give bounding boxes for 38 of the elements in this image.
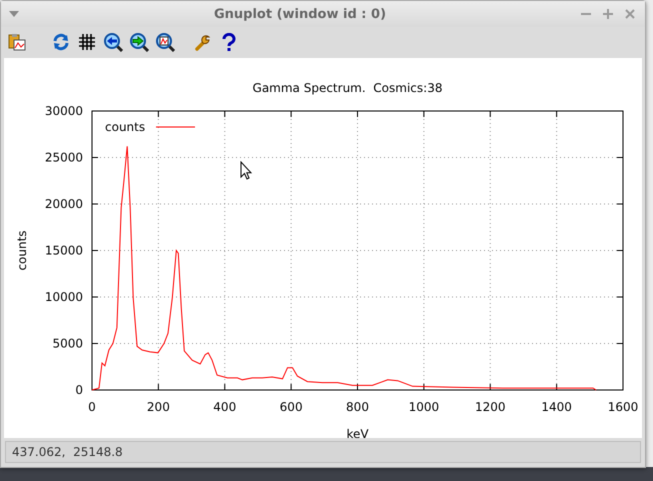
- x-tick-label: 0: [88, 400, 96, 414]
- y-tick-label: 25000: [44, 150, 83, 164]
- y-tick-label: 20000: [44, 196, 83, 211]
- zoom-chart-icon: [156, 32, 174, 52]
- legend-line: [156, 126, 196, 128]
- x-tick-label: 600: [280, 400, 303, 414]
- toolbar-button[interactable]: [103, 32, 123, 52]
- x-axis-label: keV: [346, 426, 369, 438]
- y-tick-label: 30000: [44, 104, 83, 118]
- status-text: 437.062, 25148.8: [5, 441, 641, 464]
- toolbar-button[interactable]: [7, 32, 27, 52]
- x-tick-label: 200: [146, 400, 170, 414]
- wrench-icon: [194, 33, 212, 52]
- y-tick-label: 5000: [52, 336, 83, 350]
- mouse-pointer-icon: [240, 160, 252, 180]
- grid-icon: [79, 34, 95, 50]
- zoom-back-icon: [104, 32, 122, 52]
- x-tick-label: 1600: [608, 400, 638, 414]
- x-tick-label: 1400: [541, 400, 572, 414]
- y-tick-label: 15000: [44, 243, 83, 258]
- y-tick-label: 10000: [44, 290, 83, 304]
- help-icon: [222, 32, 236, 52]
- window-menu-icon[interactable]: [9, 11, 19, 18]
- toolbar-button[interactable]: [155, 32, 175, 52]
- window-title: Gnuplot (window id : 0): [212, 6, 388, 22]
- x-tick-label: 1200: [474, 400, 506, 414]
- clipboard-chart-icon: [8, 33, 26, 52]
- x-tick-label: 1000: [408, 400, 440, 414]
- legend-label: counts: [105, 120, 146, 134]
- refresh-icon: [52, 33, 70, 52]
- toolbar-button[interactable]: [129, 32, 149, 52]
- y-axis-label: counts: [15, 230, 29, 270]
- toolbar-button[interactable]: [77, 32, 97, 52]
- x-tick-label: 400: [213, 400, 236, 414]
- x-tick-label: 800: [346, 400, 369, 414]
- y-tick-label: 0: [75, 382, 83, 397]
- zoom-forward-icon: [130, 32, 148, 52]
- chart-title: Gamma Spectrum. Cosmics:38: [252, 80, 442, 95]
